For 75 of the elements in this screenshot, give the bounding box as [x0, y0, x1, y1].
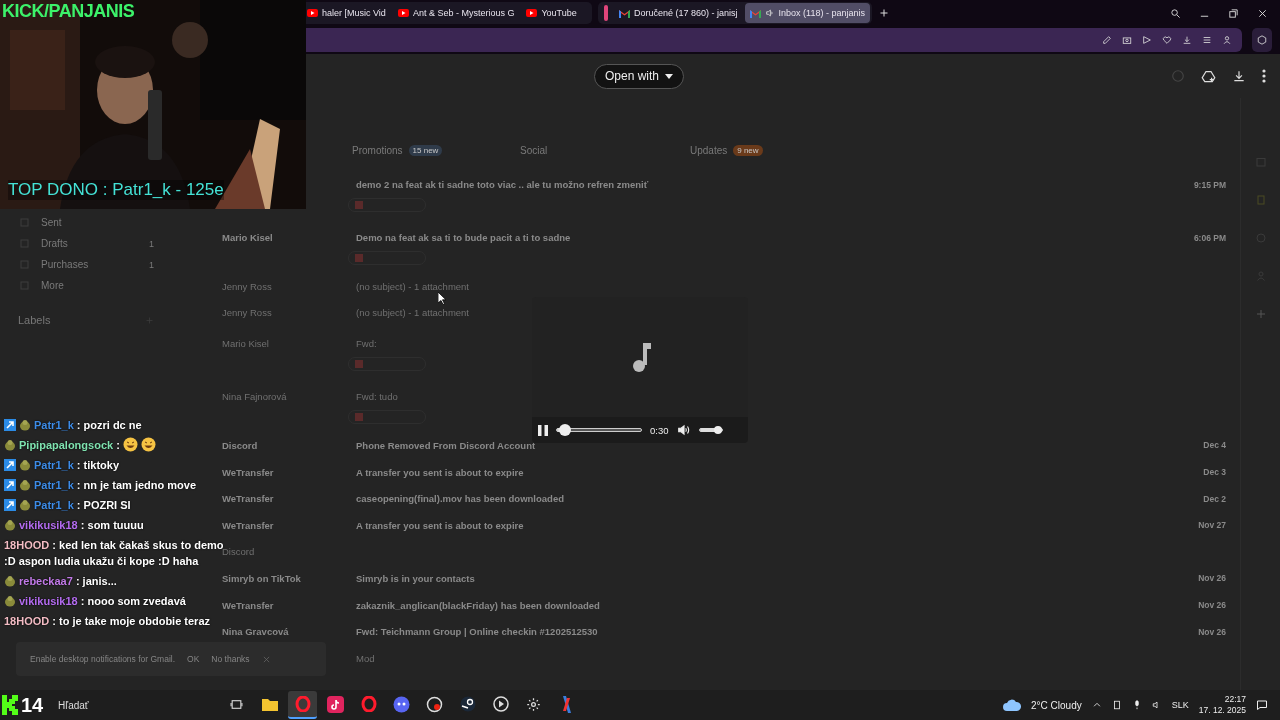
email-subject[interactable]: demo 2 na feat ak ti sadne toto viac .. ale tu možno refren zmeniť	[356, 179, 649, 190]
browser-tab[interactable]: YouTube	[521, 3, 582, 23]
email-subject[interactable]: Mod	[356, 652, 375, 664]
email-subject[interactable]: Demo na feat ak sa ti to bude pacit a ti to sadne	[356, 232, 571, 243]
email-subject[interactable]: Phone Removed From Discord Account	[356, 440, 536, 451]
count-text: 1	[149, 238, 154, 249]
count-text: 1	[149, 259, 154, 270]
browser-tab[interactable]: haler [Music Vid	[302, 3, 391, 23]
email-date: Dec 4	[1203, 440, 1226, 451]
email-subject[interactable]: Fwd: Teichmann Group | Online checkin #1202512530	[356, 626, 598, 638]
browser-tab[interactable]: Doručené (17 860) - janisj	[614, 3, 743, 23]
email-date: Dec 2	[1203, 493, 1226, 504]
email-date: Nov 26	[1198, 600, 1226, 611]
ok-link[interactable]: OK	[187, 654, 200, 664]
category-tab[interactable]: Social	[520, 144, 690, 156]
email-subject[interactable]: caseopening(final).mov has been downloaded	[356, 493, 564, 505]
email-sender[interactable]: WeTransfer	[222, 493, 274, 505]
email-sender[interactable]: Discord	[222, 440, 258, 451]
browser-tab[interactable]: Inbox (118) - panjanis	[744, 3, 870, 23]
email-sender[interactable]: Mario Kisel	[222, 232, 273, 243]
chat-message: 18HOOD : to je take moje obdobie teraz	[4, 614, 211, 629]
email-date: 9:15 PM	[1193, 179, 1226, 190]
email-subject[interactable]: zakaznik_anglican(blackFriday) has been downloaded	[356, 599, 600, 611]
sidebar-item[interactable]: Drafts 1	[0, 233, 206, 254]
email-subject[interactable]: Simryb is in your contacts	[356, 572, 475, 584]
chat-message: vikikusik18 : som tuuuu	[19, 518, 144, 533]
email-sender[interactable]: Discord	[222, 546, 255, 558]
category-tab[interactable]: Promotions 15 new	[352, 144, 520, 156]
search-field[interactable]: Hľadať	[52, 690, 222, 720]
email-subject[interactable]: A transfer you sent is about to expire	[356, 466, 524, 478]
email-date: Nov 26	[1198, 573, 1226, 584]
chat-message: Patr1_k : pozri dc ne	[34, 418, 142, 433]
email-date: Nov 27	[1198, 520, 1226, 531]
sidebar-item[interactable]: Sent	[0, 212, 206, 233]
email-sender[interactable]: WeTransfer	[222, 599, 274, 611]
chat-message: rebeckaa7 : janis...	[19, 574, 117, 589]
email-subject[interactable]: Fwd: tudo	[356, 391, 398, 403]
email-sender[interactable]: Nina Fajnorová	[222, 391, 287, 403]
date-text: 17. 12. 2025	[1198, 705, 1246, 716]
chat-message: Pipipapalongsock :	[19, 438, 120, 453]
channel-title: KICK/PANJANIS	[2, 1, 135, 22]
open-with-button[interactable]: Open with	[594, 63, 685, 89]
sidebar-item[interactable]: Purchases 1	[0, 254, 206, 275]
language-text[interactable]: SLK	[1171, 700, 1189, 710]
email-sender[interactable]: Jenny Ross	[222, 280, 272, 292]
email-date: Nov 26	[1198, 626, 1226, 637]
chat-message: Patr1_k : POZRI SI	[34, 498, 131, 513]
viewer-count: 14	[21, 693, 44, 717]
email-sender[interactable]: Jenny Ross	[222, 307, 272, 319]
email-date: 6:06 PM	[1193, 232, 1226, 243]
top-donor-text: TOP DONO : Patr1_k - 125e	[8, 180, 224, 200]
email-sender[interactable]: WeTransfer	[222, 466, 274, 478]
weather-text: 2°C Cloudy	[1031, 699, 1082, 711]
chat-message: Patr1_k : nn je tam jedno move	[34, 478, 197, 493]
labels-heading: Labels	[18, 314, 51, 326]
time-text: 22:17	[1224, 694, 1246, 705]
email-sender[interactable]: Mario Kisel	[222, 338, 269, 350]
chat-message: vikikusik18 : nooo som zvedavá	[19, 594, 186, 609]
email-subject[interactable]: A transfer you sent is about to expire	[356, 519, 524, 531]
no-thanks-link[interactable]: No thanks	[211, 654, 250, 664]
new-badge: 15 new	[408, 144, 443, 156]
chat-message: Patr1_k : tiktoky	[34, 458, 119, 473]
sidebar-item[interactable]: More	[0, 275, 206, 296]
category-tab[interactable]: Updates 9 new	[690, 144, 1240, 156]
email-sender[interactable]: Nina Gravcová	[222, 626, 289, 638]
email-date: Dec 3	[1203, 467, 1226, 478]
email-subject[interactable]: (no subject) - 1 attachment	[356, 307, 469, 319]
notification-text: Enable desktop notifications for Gmail.	[30, 654, 176, 664]
email-sender[interactable]: Simryb on TikTok	[222, 572, 301, 584]
email-subject[interactable]: (no subject) - 1 attachment	[356, 280, 469, 292]
browser-tab[interactable]: Ant & Seb - Mysterious G	[392, 3, 520, 23]
email-subject[interactable]: Fwd:	[356, 338, 377, 350]
new-badge: 9 new	[733, 144, 763, 156]
time-text: 0:30	[650, 424, 669, 436]
email-sender[interactable]: WeTransfer	[222, 519, 274, 531]
